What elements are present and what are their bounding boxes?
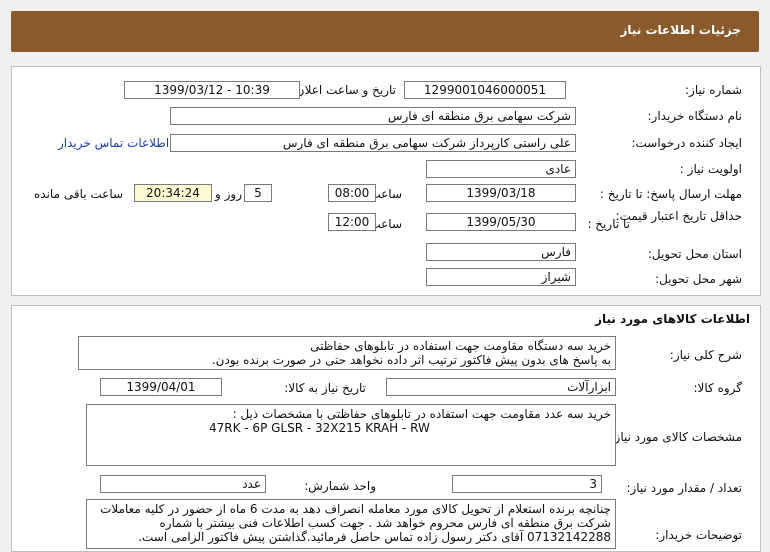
province-field: فارس: [426, 243, 576, 261]
summary-field: خرید سه دستگاه مقاومت جهت استفاده در تاب…: [78, 336, 616, 370]
need-date-label: تاریخ نیاز به کالا:: [284, 381, 366, 395]
specs-label: مشخصات کالای مورد نیاز:: [610, 430, 742, 444]
need-info-panel: شماره نیاز: 1299001046000051 تاریخ و ساع…: [11, 66, 761, 296]
min-valid-time-field: 12:00: [328, 213, 376, 231]
buyer-org-label: نام دستگاه خریدار:: [647, 109, 743, 123]
buyer-notes-label: توضیحات خریدار:: [655, 528, 742, 542]
min-valid-label: حداقل تاریخ اعتبار قیمت:: [615, 209, 742, 223]
specs-field: خرید سه عدد مقاومت جهت استفاده در تابلوه…: [86, 404, 616, 466]
qty-label: تعداد / مقدار مورد نیاز:: [626, 481, 742, 495]
priority-field: عادی: [426, 160, 576, 178]
summary-line: به پاسخ های بدون پیش فاکتور ترتیب اثر دا…: [211, 353, 611, 367]
page-header: جزئیات اطلاعات نیاز: [11, 11, 759, 52]
page-title: جزئیات اطلاعات نیاز: [620, 23, 741, 37]
min-valid-until-label: تا تاریخ :: [587, 217, 630, 231]
buyer-notes-line: شرکت برق منطقه ای فارس محروم خواهد شد . …: [159, 516, 611, 530]
requester-label: ایجاد کننده درخواست:: [631, 136, 742, 150]
deadline-date-field: 1399/03/18: [426, 184, 576, 202]
unit-field: عدد: [100, 475, 266, 493]
group-field: ابزارآلات: [386, 378, 616, 396]
days-label: روز و: [215, 187, 242, 201]
specs-line: خرید سه عدد مقاومت جهت استفاده در تابلوه…: [232, 407, 611, 421]
qty-field: 3: [452, 475, 602, 493]
city-field: شیراز: [426, 268, 576, 286]
deadline-label: مهلت ارسال پاسخ: تا تاریخ :: [599, 187, 742, 201]
need-date-field: 1399/04/01: [100, 378, 222, 396]
contact-buyer-link[interactable]: اطلاعات تماس خریدار: [58, 136, 169, 150]
summary-line: خرید سه دستگاه مقاومت جهت استفاده در تاب…: [310, 339, 611, 353]
goods-info-panel: اطلاعات کالاهای مورد نیاز شرح کلی نیاز: …: [11, 305, 761, 552]
deadline-time-field: 08:00: [328, 184, 376, 202]
need-number-field: 1299001046000051: [404, 81, 566, 99]
remaining-label: ساعت باقی مانده: [34, 187, 124, 201]
city-label: شهر محل تحویل:: [655, 272, 742, 286]
buyer-notes-field: چنانچه برنده استعلام از تحویل کالای مورد…: [86, 499, 616, 549]
requester-field: علی راستی کارپرداز شرکت سهامی برق منطقه …: [170, 134, 576, 152]
need-number-label: شماره نیاز:: [685, 83, 742, 97]
buyer-org-field: شرکت سهامی برق منطقه ای فارس: [170, 107, 576, 125]
summary-label: شرح کلی نیاز:: [669, 348, 742, 362]
min-valid-date-field: 1399/05/30: [426, 213, 576, 231]
group-label: گروه کالا:: [693, 381, 743, 395]
days-field: 5: [244, 184, 272, 202]
buyer-notes-line: چنانچه برنده استعلام از تحویل کالای مورد…: [100, 502, 611, 516]
buyer-notes-line: 07132142288 آقای دکتر رسول زاده تماس حاص…: [138, 530, 611, 544]
remaining-time-field: 20:34:24: [134, 184, 212, 202]
specs-line: 47RK - 6P GLSR - 32X215 KRAH - RW: [209, 421, 430, 435]
province-label: استان محل تحویل:: [647, 247, 742, 261]
announce-field: 1399/03/12 - 10:39: [124, 81, 300, 99]
goods-section-title: اطلاعات کالاهای مورد نیاز: [595, 312, 750, 326]
unit-label: واحد شمارش:: [304, 479, 376, 493]
priority-label: اولویت نیاز :: [679, 162, 742, 176]
